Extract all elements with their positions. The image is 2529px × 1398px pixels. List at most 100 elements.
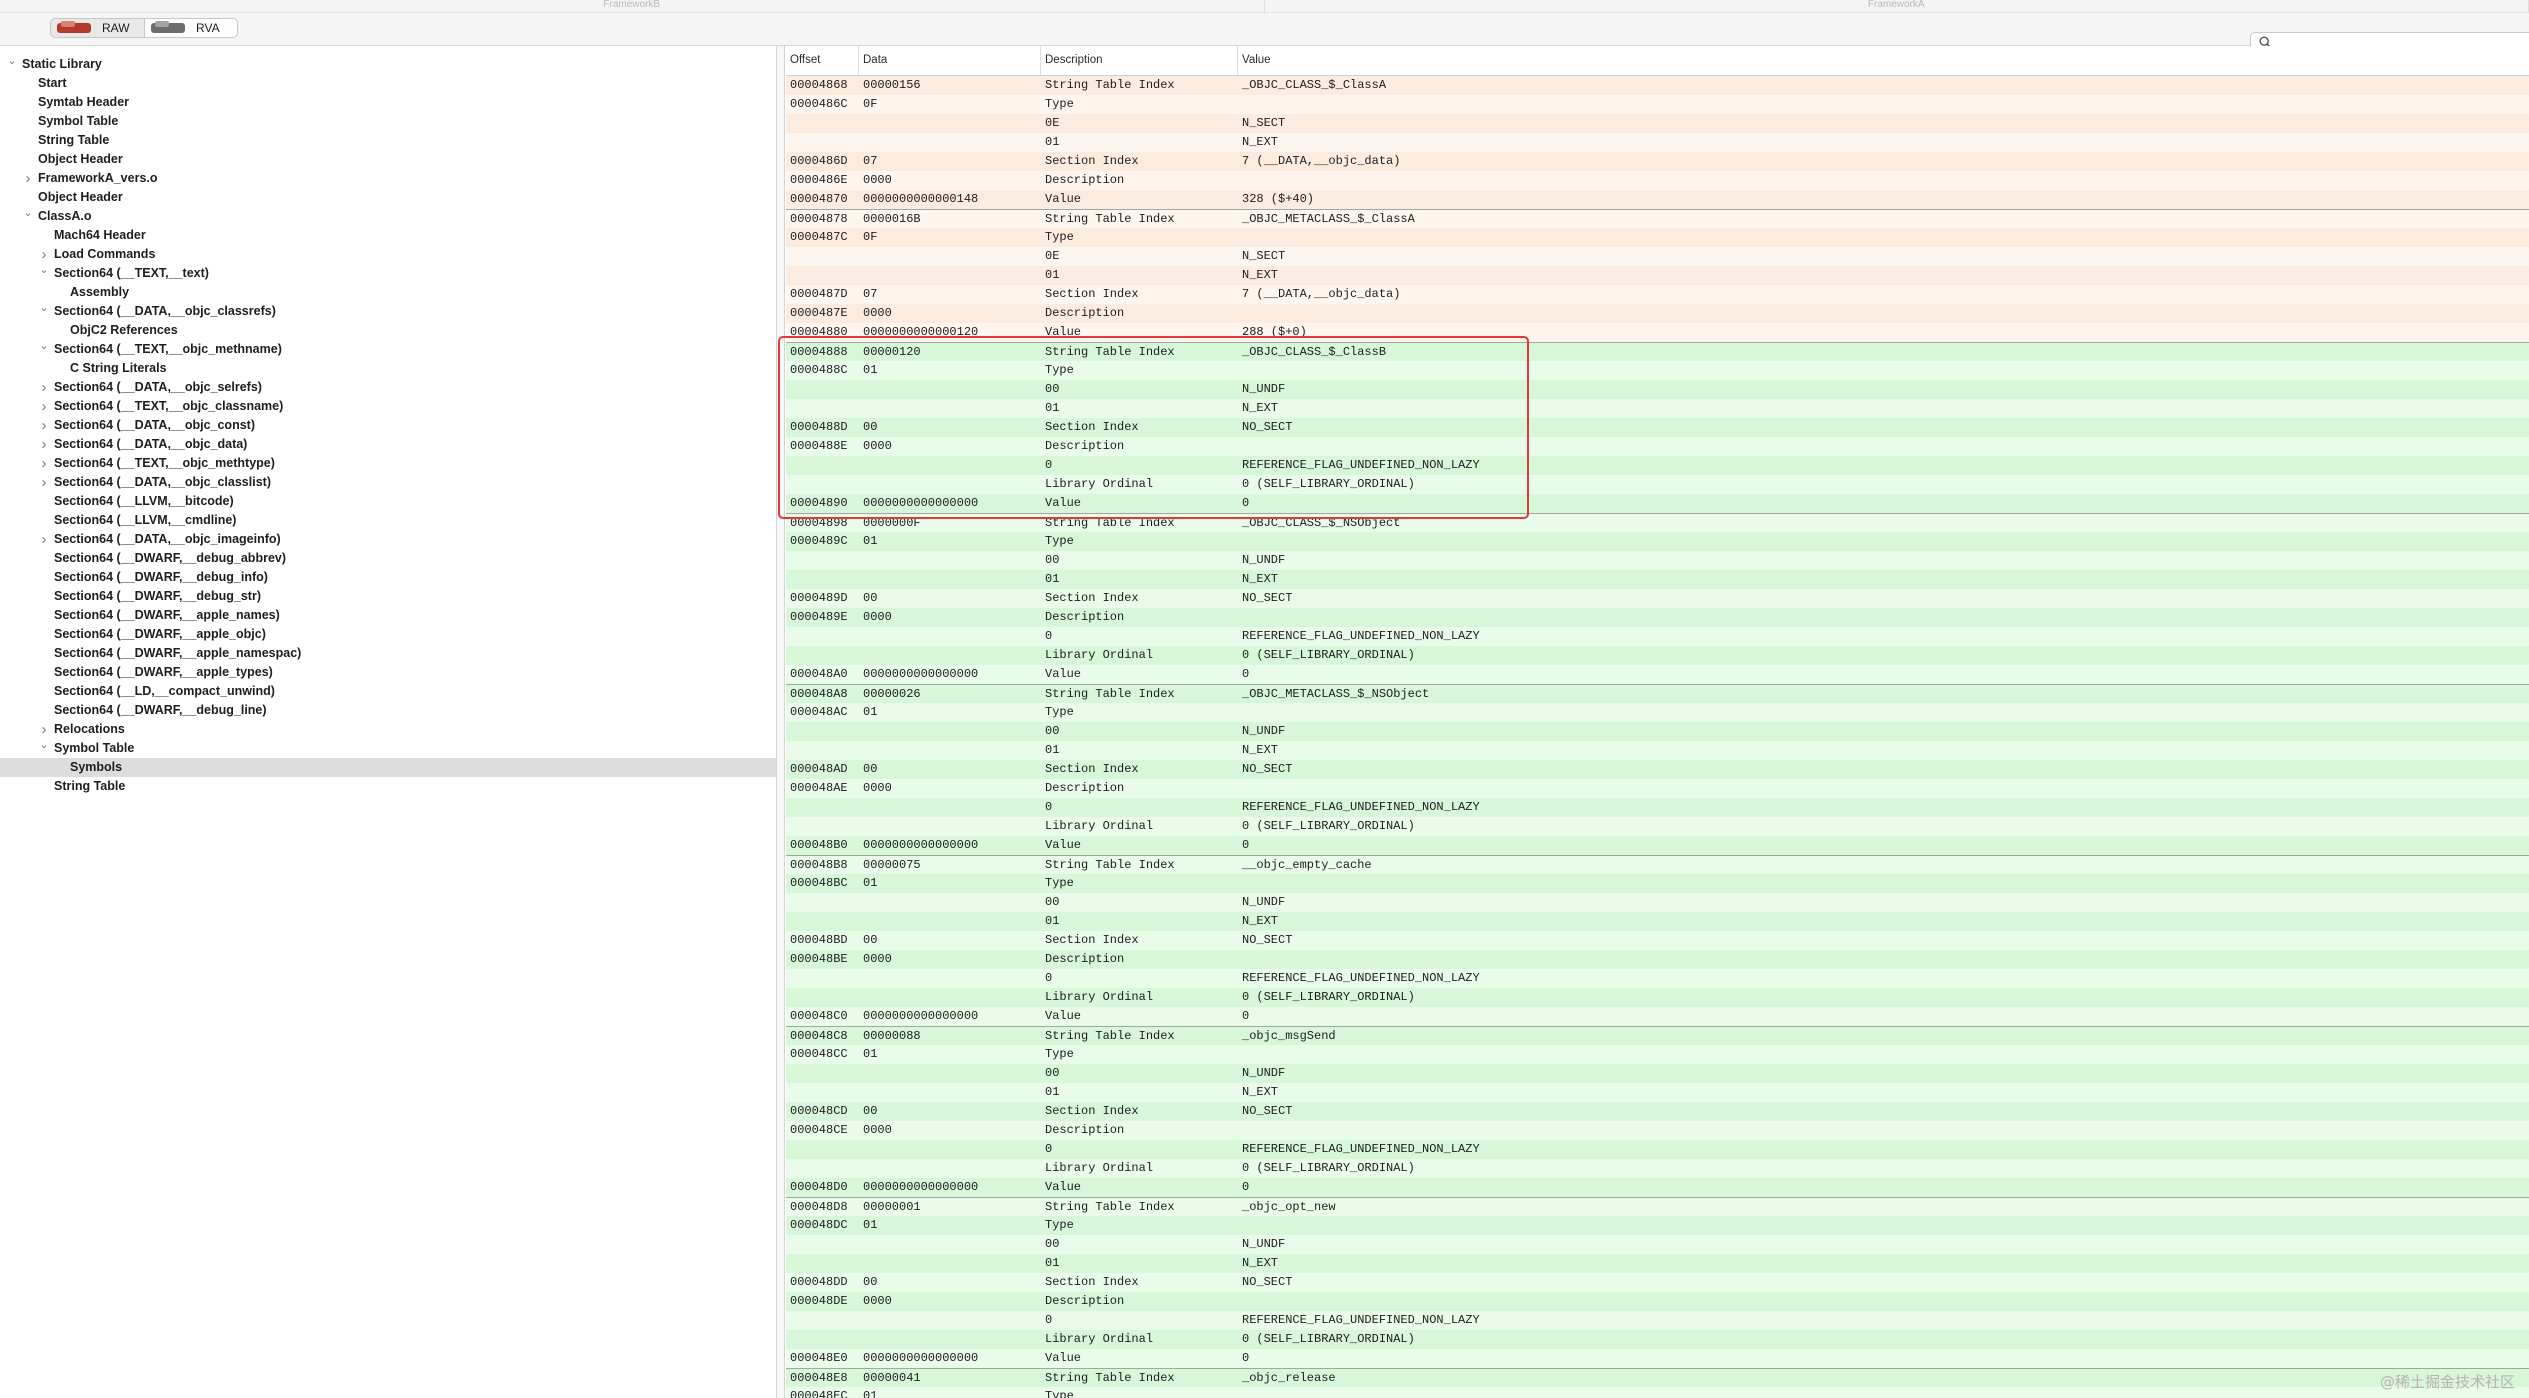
sidebar-item[interactable]: ⌄ Section64 (__TEXT,__objc_methname) (0, 340, 776, 359)
sidebar-item[interactable]: Mach64 Header (0, 226, 776, 245)
chevron-down-icon[interactable]: ⌄ (38, 739, 50, 758)
table-row[interactable]: 0000488C 01 Type (786, 361, 2529, 380)
table-row[interactable]: 000048DD 00 Section Index NO_SECT (786, 1273, 2529, 1292)
chevron-right-icon[interactable]: › (38, 720, 50, 739)
table-row[interactable]: 01 N_EXT (786, 1083, 2529, 1102)
table-row[interactable]: 0000488E 0000 Description (786, 437, 2529, 456)
sidebar-item[interactable]: Section64 (__DWARF,__apple_names) (0, 606, 776, 625)
table-row[interactable]: 0000488D 00 Section Index NO_SECT (786, 418, 2529, 437)
table-row[interactable]: 00004880 0000000000000120 Value 288 ($+0) (786, 323, 2529, 342)
chevron-right-icon[interactable]: › (38, 397, 50, 416)
table-row[interactable]: 00004868 00000156 String Table Index _OBJC_… (786, 76, 2529, 95)
sidebar-item[interactable]: ⌄ Symbol Table (0, 739, 776, 758)
table-row[interactable]: Library Ordinal 0 (SELF_LIBRARY_ORDINAL) (786, 1159, 2529, 1178)
table-row[interactable]: 00 N_UNDF (786, 722, 2529, 741)
table-row[interactable]: 000048DE 0000 Description (786, 1292, 2529, 1311)
table-row[interactable]: 0 REFERENCE_FLAG_UNDEFINED_NON_LAZY (786, 1311, 2529, 1330)
table-row[interactable]: 00 N_UNDF (786, 893, 2529, 912)
table-row[interactable]: 00 N_UNDF (786, 551, 2529, 570)
sidebar-item[interactable]: › Section64 (__DATA,__objc_data) (0, 435, 776, 454)
table-row[interactable]: 000048C8 00000088 String Table Index _objc_… (786, 1026, 2529, 1045)
table-row[interactable]: 0000489C 01 Type (786, 532, 2529, 551)
table-row[interactable]: 0000486C 0F Type (786, 95, 2529, 114)
sidebar-item[interactable]: ⌄ Section64 (__DATA,__objc_classrefs) (0, 302, 776, 321)
chevron-right-icon[interactable]: › (22, 169, 34, 188)
sidebar-item[interactable]: Section64 (__LLVM,__bitcode) (0, 492, 776, 511)
sidebar-item[interactable]: ObjC2 References (0, 321, 776, 340)
table-row[interactable]: 000048AC 01 Type (786, 703, 2529, 722)
chevron-down-icon[interactable]: ⌄ (38, 302, 50, 321)
table-row[interactable]: 01 N_EXT (786, 1254, 2529, 1273)
table-row[interactable]: 00004870 0000000000000148 Value 328 ($+40) (786, 190, 2529, 209)
table-row[interactable]: 0E N_SECT (786, 114, 2529, 133)
table-row[interactable]: 000048CC 01 Type (786, 1045, 2529, 1064)
split-divider[interactable] (777, 46, 785, 1398)
table-row[interactable]: Library Ordinal 0 (SELF_LIBRARY_ORDINAL) (786, 988, 2529, 1007)
table-row[interactable]: 000048EC 01 Type (786, 1387, 2529, 1398)
table-row[interactable]: 0000487D 07 Section Index 7 (__DATA,__objc_… (786, 285, 2529, 304)
table-row[interactable]: Library Ordinal 0 (SELF_LIBRARY_ORDINAL) (786, 646, 2529, 665)
chevron-right-icon[interactable]: › (38, 378, 50, 397)
sidebar-item[interactable]: Section64 (__DWARF,__debug_info) (0, 568, 776, 587)
table-row[interactable]: 01 N_EXT (786, 133, 2529, 152)
sidebar-item[interactable]: › Section64 (__DATA,__objc_selrefs) (0, 378, 776, 397)
table-row[interactable]: 0000487E 0000 Description (786, 304, 2529, 323)
table-row[interactable]: 000048E0 0000000000000000 Value 0 (786, 1349, 2529, 1368)
table-row[interactable]: 000048C0 0000000000000000 Value 0 (786, 1007, 2529, 1026)
table-row[interactable]: 000048DC 01 Type (786, 1216, 2529, 1235)
table-row[interactable]: 000048BC 01 Type (786, 874, 2529, 893)
table-row[interactable]: 0 REFERENCE_FLAG_UNDEFINED_NON_LAZY (786, 969, 2529, 988)
sidebar-item[interactable]: ⌄ Static Library (0, 55, 776, 74)
raw-button[interactable]: RAW (50, 18, 145, 38)
column-header-value[interactable]: Value (1238, 46, 2529, 75)
table-row[interactable]: 00004878 0000016B String Table Index _OBJC_… (786, 209, 2529, 228)
table-row[interactable]: 000048CE 0000 Description (786, 1121, 2529, 1140)
table-row[interactable]: 00004888 00000120 String Table Index _OBJC_… (786, 342, 2529, 361)
table-row[interactable]: 0000486E 0000 Description (786, 171, 2529, 190)
sidebar-item[interactable]: › Relocations (0, 720, 776, 739)
sidebar-item[interactable]: Object Header (0, 188, 776, 207)
table-row[interactable]: 000048E8 00000041 String Table Index _objc_… (786, 1368, 2529, 1387)
sidebar-item[interactable]: › Section64 (__TEXT,__objc_classname) (0, 397, 776, 416)
column-header-description[interactable]: Description (1041, 46, 1238, 75)
sidebar-item[interactable]: › Section64 (__TEXT,__objc_methtype) (0, 454, 776, 473)
sidebar-item[interactable]: Section64 (__LD,__compact_unwind) (0, 682, 776, 701)
chevron-right-icon[interactable]: › (38, 454, 50, 473)
chevron-down-icon[interactable]: ⌄ (38, 340, 50, 359)
table-row[interactable]: 01 N_EXT (786, 741, 2529, 760)
sidebar-item[interactable]: Section64 (__DWARF,__apple_types) (0, 663, 776, 682)
table-row[interactable]: 0 REFERENCE_FLAG_UNDEFINED_NON_LAZY (786, 456, 2529, 475)
chevron-right-icon[interactable]: › (38, 416, 50, 435)
table-row[interactable]: 000048D8 00000001 String Table Index _objc_… (786, 1197, 2529, 1216)
table-row[interactable]: 000048B0 0000000000000000 Value 0 (786, 836, 2529, 855)
table-row[interactable]: 0 REFERENCE_FLAG_UNDEFINED_NON_LAZY (786, 1140, 2529, 1159)
sidebar-item[interactable]: String Table (0, 131, 776, 150)
table-row[interactable]: 0 REFERENCE_FLAG_UNDEFINED_NON_LAZY (786, 627, 2529, 646)
sidebar-item[interactable]: Assembly (0, 283, 776, 302)
sidebar-item[interactable]: Section64 (__LLVM,__cmdline) (0, 511, 776, 530)
sidebar-item[interactable]: › Load Commands (0, 245, 776, 264)
table-row[interactable]: 000048A8 00000026 String Table Index _OBJC_… (786, 684, 2529, 703)
sidebar-item[interactable]: Section64 (__DWARF,__debug_line) (0, 701, 776, 720)
column-header-offset[interactable]: Offset (786, 46, 859, 75)
table-row[interactable]: 000048AD 00 Section Index NO_SECT (786, 760, 2529, 779)
sidebar-item[interactable]: Section64 (__DWARF,__apple_objc) (0, 625, 776, 644)
sidebar-item[interactable]: ⌄ Section64 (__TEXT,__text) (0, 264, 776, 283)
table-row[interactable]: 000048AE 0000 Description (786, 779, 2529, 798)
table-row[interactable]: 01 N_EXT (786, 570, 2529, 589)
table-row[interactable]: 000048B8 00000075 String Table Index __objc… (786, 855, 2529, 874)
table-row[interactable]: 000048BD 00 Section Index NO_SECT (786, 931, 2529, 950)
sidebar-item[interactable]: Symtab Header (0, 93, 776, 112)
sidebar-item[interactable]: › Section64 (__DATA,__objc_classlist) (0, 473, 776, 492)
table-row[interactable]: 0000487C 0F Type (786, 228, 2529, 247)
table-row[interactable]: 000048D0 0000000000000000 Value 0 (786, 1178, 2529, 1197)
chevron-down-icon[interactable]: ⌄ (38, 264, 50, 283)
table-row[interactable]: 000048BE 0000 Description (786, 950, 2529, 969)
table-row[interactable]: 00004890 0000000000000000 Value 0 (786, 494, 2529, 513)
sidebar-item[interactable]: Section64 (__DWARF,__debug_str) (0, 587, 776, 606)
chevron-down-icon[interactable]: ⌄ (22, 207, 34, 226)
table-row[interactable]: Library Ordinal 0 (SELF_LIBRARY_ORDINAL) (786, 1330, 2529, 1349)
sidebar-item[interactable]: C String Literals (0, 359, 776, 378)
table-row[interactable]: 01 N_EXT (786, 399, 2529, 418)
chevron-right-icon[interactable]: › (38, 245, 50, 264)
